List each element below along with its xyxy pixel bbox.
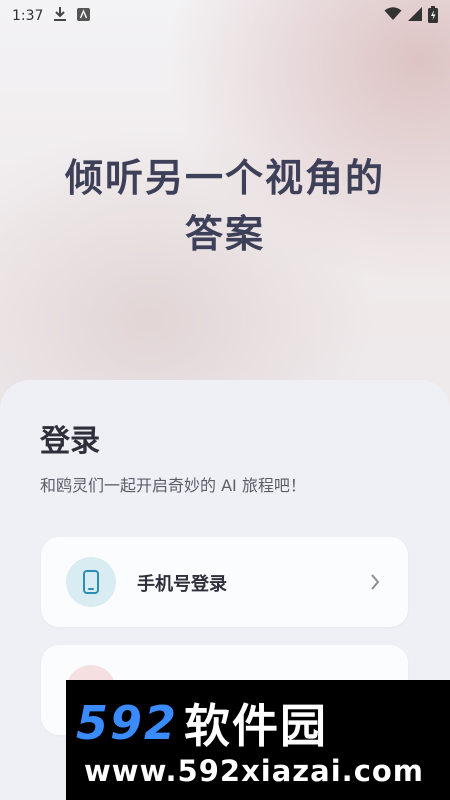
status-time: 1:37 [12, 8, 44, 24]
phone-login-label: 手机号登录 [137, 574, 227, 595]
login-title: 登录 [40, 424, 100, 459]
a-notification-icon [77, 7, 91, 25]
watermark-name: 软件园 [184, 699, 329, 753]
chevron-right-icon [370, 573, 380, 595]
watermark-logo: 592 软件园 [76, 690, 328, 756]
download-icon [53, 6, 67, 26]
signal-icon [408, 7, 422, 25]
wifi-icon [384, 7, 402, 25]
phone-icon [66, 557, 116, 607]
login-subtitle: 和鸥灵们一起开启奇妙的 AI 旅程吧！ [40, 476, 306, 495]
phone-login-button[interactable]: 手机号登录 [41, 537, 408, 627]
hero-line-1: 倾听另一个视角的 [64, 156, 385, 200]
watermark-number: 592 [76, 696, 179, 750]
status-bar: 1:37 [0, 0, 450, 32]
hero-line-2: 答案 [184, 212, 265, 256]
battery-icon [428, 5, 438, 27]
watermark-url: www.592xiazai.com [84, 754, 425, 788]
hero-heading: 倾听另一个视角的 答案 [0, 150, 450, 262]
watermark-banner: 592 软件园 www.592xiazai.com [66, 680, 450, 800]
